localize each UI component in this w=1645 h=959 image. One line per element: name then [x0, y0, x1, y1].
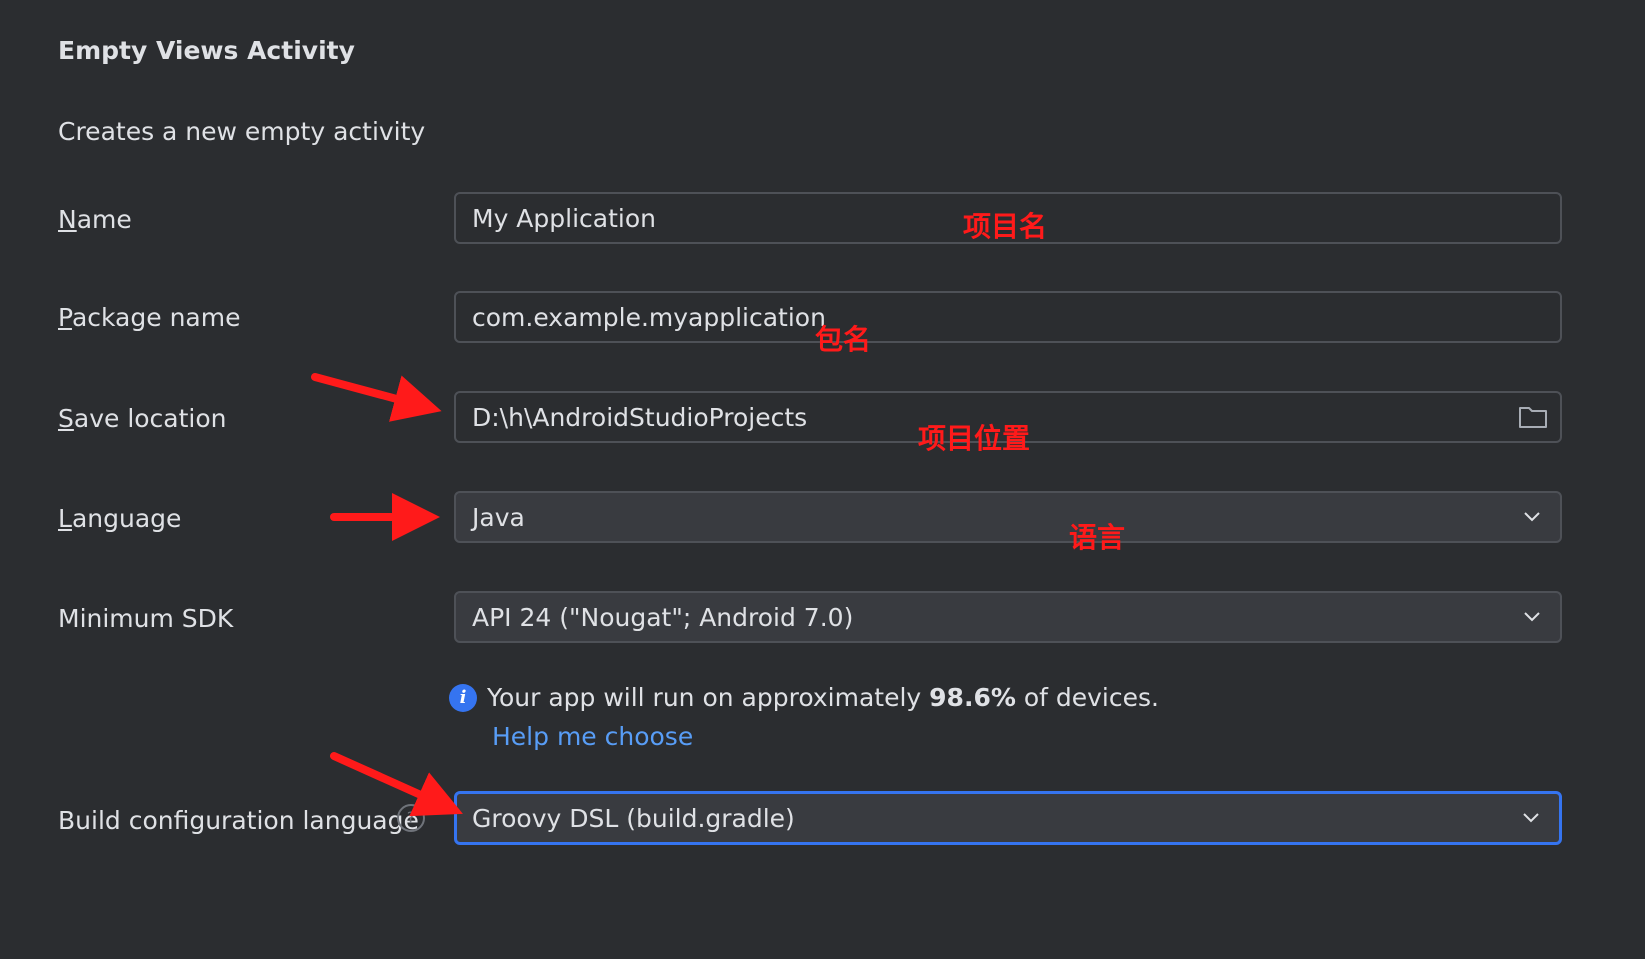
folder-icon[interactable] [1518, 404, 1548, 430]
build-config-dropdown[interactable]: Groovy DSL (build.gradle) [454, 791, 1562, 845]
annotation-language: 语言 [1069, 521, 1126, 554]
name-label-text: ame [76, 205, 132, 234]
annotation-package-name: 包名 [815, 323, 872, 356]
name-label: Name [58, 205, 132, 235]
chevron-down-icon [1524, 512, 1540, 522]
save-location-mnemonic: S [58, 404, 74, 433]
save-location-value: D:\h\AndroidStudioProjects [472, 402, 808, 432]
arrow-save-location [311, 373, 442, 422]
package-name-input[interactable]: com.example.myapplication [454, 291, 1562, 343]
page-description: Creates a new empty activity [58, 117, 426, 146]
annotation-location: 项目位置 [918, 422, 1031, 455]
chevron-down-icon [1524, 612, 1540, 622]
language-mnemonic: L [58, 504, 72, 533]
language-label: Language [58, 504, 181, 534]
save-location-label: Save location [58, 404, 227, 434]
save-location-label-text: ave location [73, 404, 227, 433]
package-name-value: com.example.myapplication [472, 302, 826, 332]
help-me-choose-link[interactable]: Help me choose [492, 722, 693, 751]
build-config-value: Groovy DSL (build.gradle) [472, 803, 795, 833]
package-name-label: Package name [58, 303, 240, 333]
chevron-down-icon [1523, 813, 1539, 823]
language-label-text: anguage [71, 504, 182, 533]
build-config-label: Build configuration language [58, 806, 419, 835]
name-label-mnemonic: N [58, 205, 77, 234]
min-sdk-dropdown[interactable]: API 24 ("Nougat"; Android 7.0) [454, 591, 1562, 643]
page-title: Empty Views Activity [58, 36, 355, 65]
info-percent: 98.6% [929, 683, 1016, 712]
device-coverage-info: i Your app will run on approximately 98.… [449, 683, 1159, 712]
annotation-project-name: 项目名 [963, 210, 1048, 243]
package-label-mnemonic: P [58, 303, 72, 332]
package-label-text: ackage name [71, 303, 241, 332]
arrow-build-config [330, 752, 463, 817]
info-prefix: Your app will run on approximately [487, 683, 930, 712]
language-dropdown[interactable]: Java [454, 491, 1562, 543]
info-icon: i [449, 683, 477, 712]
info-suffix: of devices. [1015, 683, 1159, 712]
language-value: Java [472, 502, 525, 532]
name-input-value: My Application [472, 203, 656, 233]
min-sdk-value: API 24 ("Nougat"; Android 7.0) [472, 602, 854, 632]
help-icon[interactable]: ? [397, 804, 425, 832]
min-sdk-label: Minimum SDK [58, 604, 234, 633]
